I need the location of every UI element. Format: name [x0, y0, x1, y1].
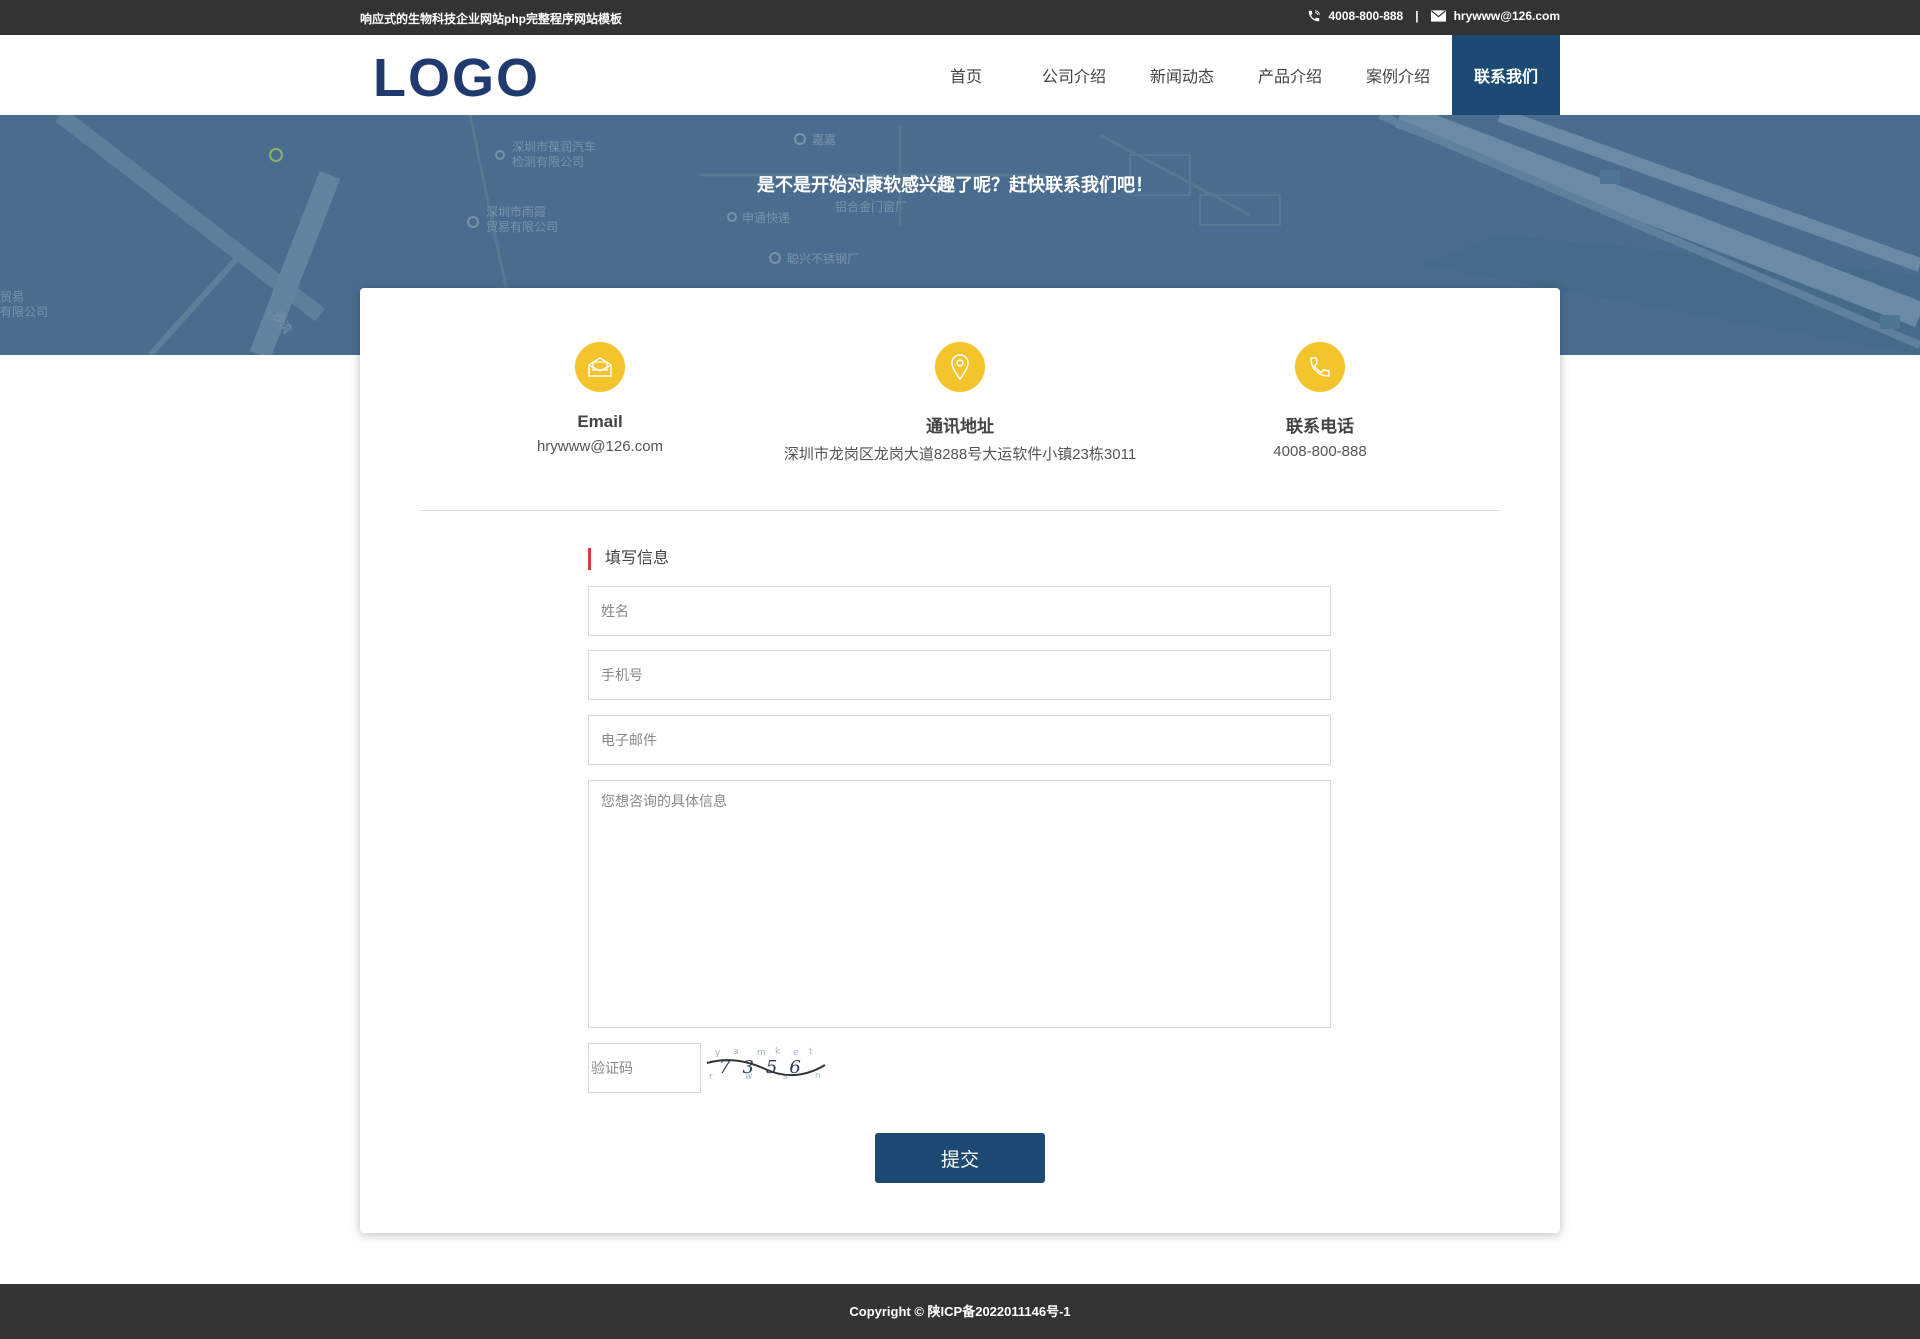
top-contact: 4008-800-888 | hrywww@126.com — [1307, 9, 1560, 23]
top-email[interactable]: hrywww@126.com — [1454, 9, 1560, 23]
map-label: 深圳市雨霞 — [486, 204, 546, 219]
captcha-image[interactable]: yam ket rwsn 7356 — [705, 1045, 827, 1081]
copyright: Copyright © 陕ICP备2022011146号-1 — [849, 1304, 1071, 1319]
phone-icon — [1310, 357, 1330, 377]
banner-title: 是不是开始对康软感兴趣了呢？赶快联系我们吧！ — [757, 175, 1153, 195]
email-input[interactable] — [588, 715, 1331, 765]
svg-text:a: a — [733, 1047, 739, 1057]
form-title: 填写信息 — [588, 548, 669, 570]
map-label: 嘉嘉 — [812, 133, 836, 147]
footer: Copyright © 陕ICP备2022011146号-1 — [0, 1284, 1920, 1339]
contact-card: Email hrywww@126.com 通讯地址 深圳市龙岗区龙岗大道8288… — [360, 288, 1560, 1233]
map-label: 检测有限公司 — [512, 154, 584, 169]
map-label: 深圳市葆润汽车 — [512, 139, 596, 154]
svg-text:n: n — [815, 1071, 821, 1081]
nav-item-news[interactable]: 新闻动态 — [1128, 35, 1236, 115]
phone-circle — [1295, 342, 1345, 392]
address-value: 深圳市龙岗区龙岗大道8288号大运软件小镇23栋3011 — [783, 446, 1137, 463]
submit-button[interactable]: 提交 — [875, 1133, 1045, 1183]
top-bar: 响应式的生物科技企业网站php完整程序网站模板 4008-800-888 | h… — [0, 0, 1920, 35]
svg-text:r: r — [709, 1072, 713, 1081]
divider — [420, 510, 1500, 511]
phone-icon — [1308, 10, 1320, 22]
main-nav: 首页 公司介绍 新闻动态 产品介绍 案例介绍 联系我们 — [912, 35, 1560, 115]
email-value[interactable]: hrywww@126.com — [420, 438, 780, 455]
nav-item-about[interactable]: 公司介绍 — [1020, 35, 1128, 115]
message-textarea[interactable] — [588, 780, 1331, 1028]
email-circle — [575, 342, 625, 392]
nav-item-home[interactable]: 首页 — [912, 35, 1020, 115]
address-label: 通讯地址 — [926, 417, 994, 436]
map-label: 铝合金门窗厂 — [835, 199, 907, 214]
map-label: 申通快递 — [742, 211, 790, 225]
location-pin-icon — [951, 354, 969, 381]
address-circle — [935, 342, 985, 392]
top-phone: 4008-800-888 — [1328, 9, 1404, 23]
map-label: 贸易有限公司 — [486, 220, 558, 234]
captcha-input[interactable] — [588, 1043, 701, 1093]
captcha-text: 7356 — [719, 1057, 813, 1078]
address-info: 通讯地址 深圳市龙岗区龙岗大道8288号大运软件小镇23栋3011 — [780, 342, 1140, 464]
phone-info: 联系电话 4008-800-888 — [1140, 342, 1500, 460]
svg-text:t: t — [809, 1047, 813, 1057]
logo[interactable]: LOGO — [373, 47, 540, 109]
site-slogan: 响应式的生物科技企业网站php完整程序网站模板 — [360, 12, 622, 26]
header: LOGO 首页 公司介绍 新闻动态 产品介绍 案例介绍 联系我们 — [0, 35, 1920, 115]
email-info: Email hrywww@126.com — [420, 342, 780, 455]
name-input[interactable] — [588, 586, 1331, 636]
mail-icon — [1430, 10, 1446, 22]
map-label: 贸易 — [0, 290, 24, 304]
email-label: Email — [577, 412, 623, 431]
map-label: 有限公司 — [0, 305, 48, 319]
phone-input[interactable] — [588, 650, 1331, 700]
mail-icon — [588, 357, 612, 377]
phone-value[interactable]: 4008-800-888 — [1140, 443, 1500, 460]
nav-item-cases[interactable]: 案例介绍 — [1344, 35, 1452, 115]
map-label: 聪兴不锈钢厂 — [787, 252, 859, 266]
nav-item-products[interactable]: 产品介绍 — [1236, 35, 1344, 115]
phone-label: 联系电话 — [1286, 417, 1354, 436]
svg-text:k: k — [775, 1047, 781, 1057]
nav-item-contact[interactable]: 联系我们 — [1452, 35, 1560, 115]
top-separator: | — [1415, 9, 1419, 23]
